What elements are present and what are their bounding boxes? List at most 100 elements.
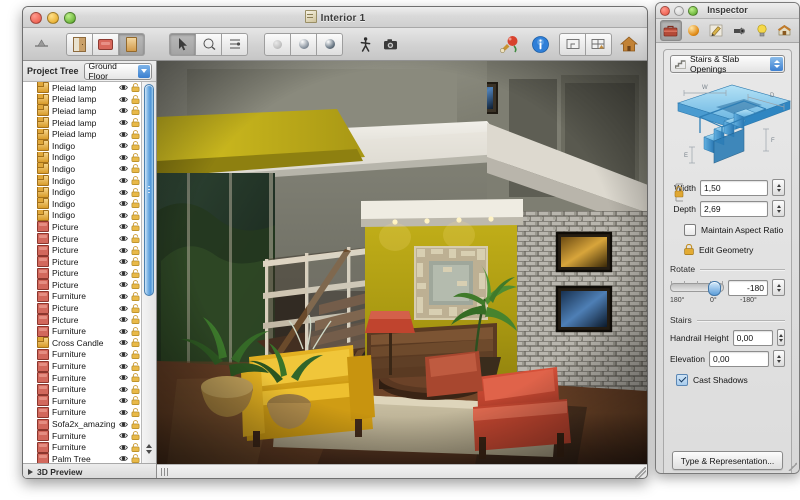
toolbar-select[interactable] bbox=[169, 32, 196, 56]
eye-icon[interactable] bbox=[119, 199, 128, 208]
eye-icon[interactable] bbox=[119, 373, 128, 382]
tree-row[interactable]: Palm Tree bbox=[23, 453, 142, 463]
tree-row[interactable]: Indigo bbox=[23, 198, 142, 210]
tree-row[interactable]: Indigo bbox=[23, 151, 142, 164]
cast-shadows-row[interactable]: Cast Shadows bbox=[676, 374, 785, 386]
tree-item[interactable]: Furniture bbox=[37, 372, 119, 384]
tree-row[interactable]: Pleiad lamp bbox=[23, 82, 142, 94]
tree-item[interactable]: Picture bbox=[37, 233, 119, 245]
tree-row[interactable]: Furniture bbox=[23, 372, 142, 384]
tree-item[interactable]: Pleiad lamp bbox=[37, 93, 119, 105]
tree-row[interactable]: Furniture bbox=[23, 348, 142, 361]
padlock-icon[interactable] bbox=[131, 94, 140, 104]
padlock-icon[interactable] bbox=[131, 257, 140, 267]
tree-item[interactable]: Furniture bbox=[37, 441, 119, 453]
tree-row[interactable]: Indigo bbox=[23, 186, 142, 198]
tree-item[interactable]: Indigo bbox=[37, 140, 119, 152]
handrail-height-field[interactable]: 0,00 bbox=[732, 329, 774, 346]
eye-icon[interactable] bbox=[119, 304, 128, 313]
eye-icon[interactable] bbox=[119, 164, 128, 173]
eye-icon[interactable] bbox=[119, 234, 128, 243]
toolbar-home[interactable] bbox=[616, 34, 641, 55]
padlock-icon[interactable] bbox=[131, 454, 140, 463]
elevation-stepper[interactable] bbox=[773, 350, 785, 367]
padlock-icon[interactable] bbox=[131, 234, 140, 243]
toolbar-render[interactable] bbox=[496, 34, 521, 55]
tree-row[interactable]: Pleiad lamp bbox=[23, 117, 142, 129]
padlock-icon[interactable] bbox=[131, 338, 140, 348]
eye-icon[interactable] bbox=[119, 95, 128, 104]
padlock-icon[interactable] bbox=[131, 280, 140, 290]
padlock-icon[interactable] bbox=[131, 315, 140, 325]
tree-row[interactable]: Furniture bbox=[23, 360, 142, 372]
scrollbar-grip[interactable] bbox=[161, 468, 170, 476]
eye-icon[interactable] bbox=[119, 280, 128, 289]
tree-row[interactable]: Furniture bbox=[23, 290, 142, 303]
eye-icon[interactable] bbox=[119, 292, 128, 301]
scroll-down-icon[interactable] bbox=[146, 450, 152, 454]
tree-row[interactable]: Indigo bbox=[23, 209, 142, 222]
tree-row[interactable]: Furniture bbox=[23, 383, 142, 395]
rotate-value-field[interactable]: -180 bbox=[728, 279, 768, 296]
floor-selector[interactable]: Ground Floor bbox=[83, 61, 152, 81]
tree-row[interactable]: Furniture bbox=[23, 441, 142, 453]
eye-icon[interactable] bbox=[119, 176, 128, 185]
padlock-icon[interactable] bbox=[131, 431, 140, 441]
tree-item[interactable]: Indigo bbox=[37, 175, 119, 187]
padlock-icon[interactable] bbox=[131, 164, 140, 174]
tree-row[interactable]: Furniture bbox=[23, 406, 142, 419]
tree-row[interactable]: Picture bbox=[23, 314, 142, 326]
eye-icon[interactable] bbox=[119, 327, 128, 336]
padlock-icon[interactable] bbox=[131, 199, 140, 209]
tree-row[interactable]: Cross Candle bbox=[23, 337, 142, 349]
eye-icon[interactable] bbox=[119, 350, 128, 359]
tree-row[interactable]: Picture bbox=[23, 221, 142, 233]
padlock-icon[interactable] bbox=[131, 384, 140, 394]
tree-item[interactable]: Pleiad lamp bbox=[37, 82, 119, 94]
padlock-icon[interactable] bbox=[131, 129, 140, 139]
toolbar-view-split[interactable] bbox=[586, 32, 612, 56]
scroll-up-icon[interactable] bbox=[146, 444, 152, 448]
eye-icon[interactable] bbox=[119, 396, 128, 405]
tree-item[interactable]: Picture bbox=[37, 302, 119, 314]
tree-item[interactable]: Picture bbox=[37, 221, 119, 233]
padlock-icon[interactable] bbox=[131, 83, 140, 93]
viewport-horizontal-scrollbar[interactable] bbox=[157, 464, 647, 478]
eye-icon[interactable] bbox=[119, 130, 128, 139]
rotate-slider-track[interactable] bbox=[670, 281, 724, 296]
toolbar-furniture[interactable] bbox=[93, 32, 119, 56]
tree-row[interactable]: Pleiad lamp bbox=[23, 105, 142, 117]
eye-icon[interactable] bbox=[119, 211, 128, 220]
tree-item[interactable]: Picture bbox=[37, 279, 119, 291]
tree-item[interactable]: Pleiad lamp bbox=[37, 128, 119, 140]
eye-icon[interactable] bbox=[119, 420, 128, 429]
tree-row[interactable]: Picture bbox=[23, 256, 142, 268]
toolbar-camera[interactable] bbox=[378, 34, 403, 55]
toolbar-shade-textured[interactable] bbox=[317, 32, 343, 56]
eye-icon[interactable] bbox=[119, 118, 128, 127]
padlock-icon[interactable] bbox=[131, 176, 140, 186]
tree-item[interactable]: Picture bbox=[37, 244, 119, 256]
width-stepper[interactable] bbox=[772, 179, 785, 196]
inspector-tab-object[interactable] bbox=[659, 20, 682, 41]
padlock-icon[interactable] bbox=[131, 268, 140, 278]
scrollbar-arrows[interactable] bbox=[143, 442, 155, 462]
tree-item[interactable]: Furniture bbox=[37, 406, 119, 418]
tree-row[interactable]: Indigo bbox=[23, 140, 142, 152]
tree-item[interactable]: Indigo bbox=[37, 198, 119, 210]
tree-row[interactable]: Picture bbox=[23, 267, 142, 280]
tree-item[interactable]: Furniture bbox=[37, 395, 119, 407]
padlock-icon[interactable] bbox=[131, 396, 140, 406]
padlock-icon[interactable] bbox=[131, 326, 140, 336]
tree-item[interactable]: Indigo bbox=[37, 209, 119, 221]
padlock-icon[interactable] bbox=[131, 292, 140, 301]
elevation-field[interactable]: 0,00 bbox=[708, 350, 770, 367]
padlock-icon[interactable] bbox=[131, 442, 140, 452]
inspector-tab-camera[interactable] bbox=[728, 20, 750, 41]
edit-geometry-row[interactable]: Edit Geometry bbox=[684, 244, 785, 255]
toolbar-orbit[interactable] bbox=[196, 32, 222, 56]
disclosure-triangle-icon[interactable] bbox=[28, 468, 33, 475]
eye-icon[interactable] bbox=[119, 153, 128, 162]
tree-item[interactable]: Sofa2x_amazing bbox=[37, 418, 119, 430]
tree-item[interactable]: Pleiad lamp bbox=[37, 105, 119, 117]
